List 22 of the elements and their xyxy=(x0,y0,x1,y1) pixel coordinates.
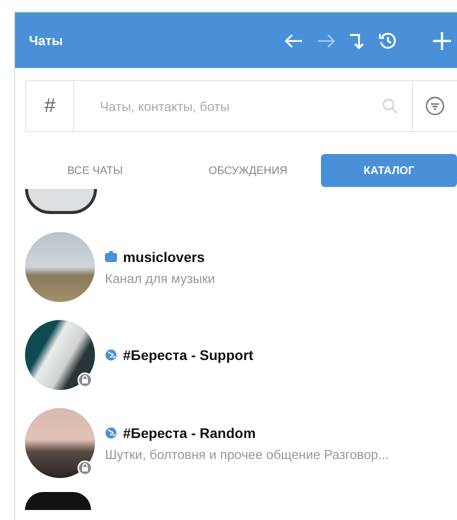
chat-name: musiclovers xyxy=(123,248,205,264)
avatar-placeholder xyxy=(25,189,97,214)
chat-description: Шутки, болтовня и прочее общение Разговор... xyxy=(105,446,389,462)
add-icon[interactable] xyxy=(433,32,451,50)
tab[interactable]: КАТАЛОГ xyxy=(321,154,457,187)
forward-arrow-icon[interactable] xyxy=(317,34,335,48)
chat-name: #Береста - Support xyxy=(123,347,254,363)
hashtag-button[interactable]: # xyxy=(26,81,74,131)
chat-item[interactable]: musiclovers Канал для музыки xyxy=(15,232,457,302)
avatar-placeholder xyxy=(25,492,91,510)
back-arrow-icon[interactable] xyxy=(285,34,303,48)
chat-description: Канал для музыки xyxy=(105,270,216,286)
chat-item[interactable]: #Береста - Random Шутки, болтовня и прочее общение Разговор... xyxy=(15,408,457,478)
filter-icon[interactable] xyxy=(425,96,445,116)
chat-item[interactable]: #Береста - Support xyxy=(15,320,457,390)
bent-arrow-icon[interactable] xyxy=(349,32,365,50)
search-field[interactable]: Чаты, контакты, боты xyxy=(98,98,382,114)
history-icon[interactable] xyxy=(379,32,397,50)
tab[interactable]: ОБСУЖДЕНИЯ xyxy=(175,154,321,187)
header-title: Чаты xyxy=(29,33,63,48)
tab[interactable]: ВСЕ ЧАТЫ xyxy=(15,154,175,187)
chat-name: #Береста - Random xyxy=(123,424,256,440)
